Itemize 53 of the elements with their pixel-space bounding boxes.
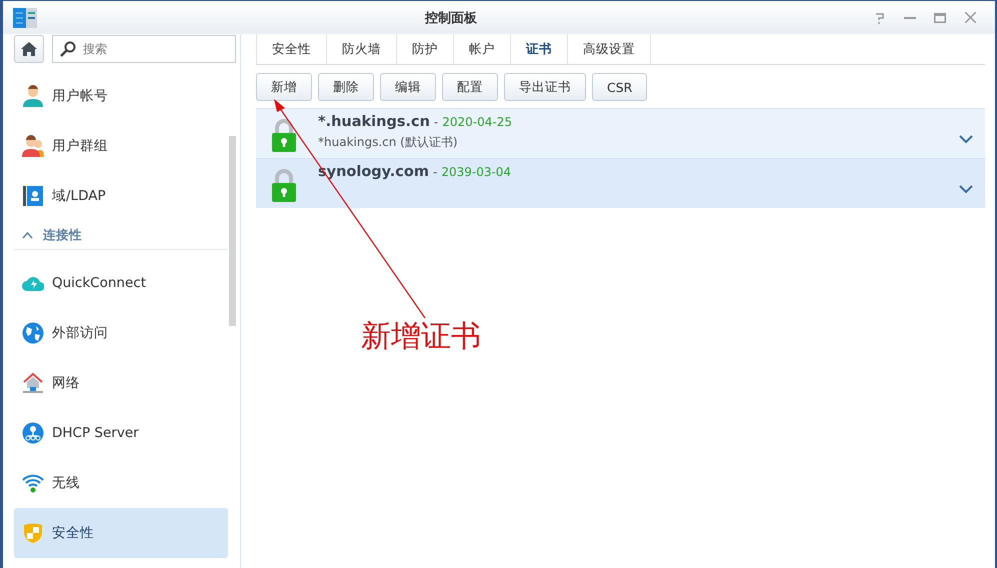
sidebar-item[interactable]: 外部访问 — [14, 308, 228, 358]
section-label: 连接性 — [43, 226, 82, 244]
section-header[interactable]: 连接性 — [14, 221, 228, 250]
sidebar-item[interactable]: 无线 — [14, 458, 228, 508]
chevron-down-icon[interactable] — [959, 134, 973, 144]
window-title: 控制面板 — [424, 10, 478, 26]
app-icon — [13, 8, 37, 28]
people-icon — [22, 135, 44, 157]
sidebar-item[interactable]: QuickConnect — [14, 258, 228, 308]
sidebar-item[interactable]: 安全性 — [14, 508, 228, 558]
tab[interactable]: 安全性 — [256, 34, 327, 64]
help-icon[interactable] — [875, 12, 885, 24]
sidebar-item[interactable]: 用户帐号 — [14, 71, 228, 121]
id-card-icon — [22, 185, 44, 207]
home-icon — [21, 42, 37, 56]
certificate-row[interactable]: *.huakings.cn - 2020-04-25 *huakings.cn (默认证书) — [256, 108, 985, 158]
annotation-text: 新增证书 — [361, 318, 481, 356]
toolbar-button[interactable]: 配置 — [442, 73, 498, 101]
toolbar-button[interactable]: CSR — [592, 73, 648, 101]
maximize-icon[interactable] — [934, 12, 946, 22]
sidebar-item[interactable]: DHCP Server — [14, 408, 228, 458]
network-node-icon — [22, 422, 44, 444]
tab[interactable]: 高级设置 — [568, 34, 651, 64]
wifi-icon — [22, 472, 44, 494]
chevron-down-icon[interactable] — [959, 184, 973, 194]
house-icon — [22, 372, 44, 394]
sidebar-item[interactable]: 网络 — [14, 358, 228, 408]
toolbar-button[interactable]: 删除 — [318, 73, 374, 101]
toolbar-button[interactable]: 编辑 — [380, 73, 436, 101]
scrollbar[interactable] — [229, 136, 236, 326]
person-icon — [22, 85, 44, 107]
tab[interactable]: 防火墙 — [327, 34, 397, 64]
separator-dash: - — [434, 115, 438, 129]
search-field[interactable]: 搜索 — [52, 35, 236, 63]
tab[interactable]: 帐户 — [454, 34, 511, 64]
close-icon[interactable] — [964, 12, 976, 23]
sidebar-item[interactable]: 域/LDAP — [14, 171, 228, 221]
expiry-date: 2020-04-25 — [442, 115, 512, 129]
shield-icon — [22, 522, 44, 544]
certificate-name: *.huakings.cn — [318, 114, 430, 130]
toolbar-button[interactable]: 导出证书 — [504, 73, 586, 101]
tab[interactable]: 防护 — [397, 34, 454, 64]
toolbar-button[interactable]: 新增 — [256, 73, 312, 101]
home-button[interactable] — [14, 35, 44, 63]
tab[interactable]: 证书 — [511, 34, 568, 64]
sidebar-item[interactable]: 用户群组 — [14, 121, 228, 171]
separator-dash: - — [432, 165, 438, 179]
padlock-icon — [270, 168, 298, 204]
padlock-icon — [270, 118, 298, 154]
certificate-description: *huakings.cn (默认证书) — [318, 134, 459, 151]
globe-icon — [22, 322, 44, 344]
expiry-date: 2039-03-04 — [441, 165, 512, 179]
minimize-icon[interactable] — [904, 16, 916, 18]
